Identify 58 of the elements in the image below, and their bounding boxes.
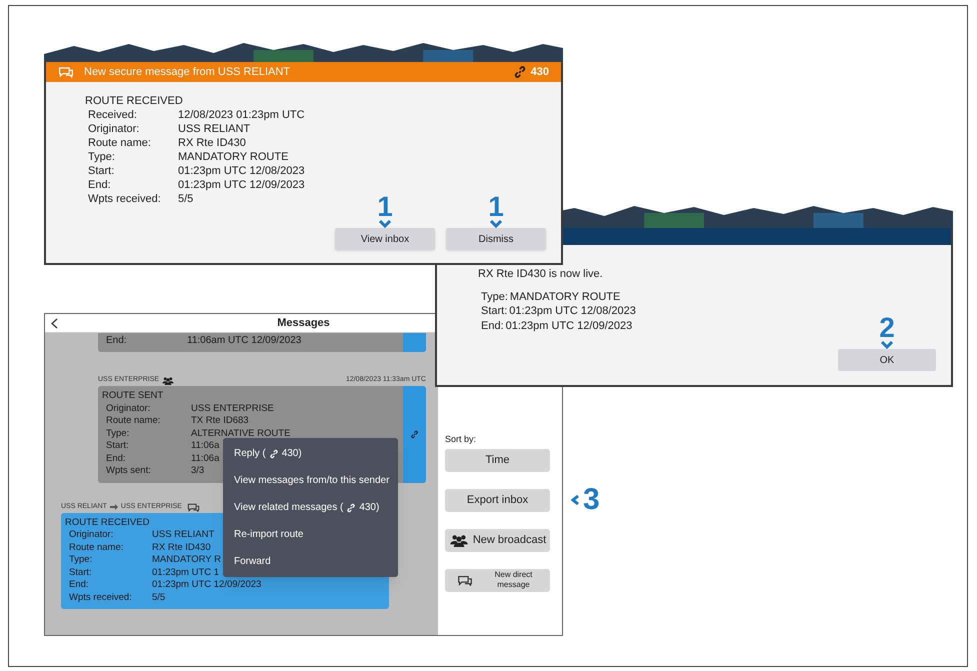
field-label: Received: xyxy=(87,108,138,122)
field-label: Route name: xyxy=(105,415,162,428)
field-value: RX Rte ID430 xyxy=(152,542,211,554)
field-label: Originator: xyxy=(87,122,140,136)
field-value: 12/08/2023 01:23pm UTC xyxy=(178,108,305,122)
field-label: End: xyxy=(105,452,127,465)
window-title: Messages xyxy=(277,316,330,331)
sort-label: Sort by: xyxy=(445,433,478,446)
field-value: 5/5 xyxy=(152,592,166,604)
field-value: 3/3 xyxy=(191,465,204,478)
field-label: End: xyxy=(87,178,112,192)
field-value: USS RELIANT xyxy=(178,122,250,136)
field-value: 11:06a xyxy=(191,452,220,465)
field-label: Type: xyxy=(481,290,509,304)
message-heading: ROUTE SENT xyxy=(102,390,164,402)
field-value: 01:23pm UTC 12/08/2023 xyxy=(178,164,305,178)
field-value: MANDATORY ROUTE xyxy=(510,290,620,304)
callout-number: 2 xyxy=(879,315,895,341)
field-value: 01:23pm UTC 12/09/2023 xyxy=(506,318,632,333)
callout-number: 3 xyxy=(583,484,600,514)
field-value: 01:23pm UTC 1 xyxy=(152,566,220,579)
field-value: 01:23pm UTC 12/09/2023 xyxy=(152,579,262,592)
field-value: MANDATORY ROUTE xyxy=(178,150,288,164)
field-label: Type: xyxy=(105,428,130,440)
field-label: Wpts received: xyxy=(68,592,133,604)
field-value: USS RELIANT xyxy=(152,529,214,542)
field-label: Start: xyxy=(87,164,116,178)
confirmation-message: RX Rte ID430 is now live. xyxy=(478,267,604,282)
field-value: ALTERNATIVE ROUTE xyxy=(191,428,290,440)
callout-number: 1 xyxy=(488,194,504,220)
field-value: 5/5 xyxy=(178,192,194,206)
message-heading: ROUTE RECEIVED xyxy=(85,94,184,108)
field-label: End: xyxy=(105,334,128,348)
field-label: Route name: xyxy=(68,542,124,554)
field-label: Originator: xyxy=(105,402,152,415)
callout-number: 1 xyxy=(377,194,393,220)
field-value: 11:06a xyxy=(191,440,220,452)
field-label: End: xyxy=(481,318,505,333)
field-label: Type: xyxy=(87,150,116,164)
link-count: 430 xyxy=(530,64,549,80)
field-label: Start: xyxy=(105,440,130,452)
notification-title: New secure message from USS RELIANT xyxy=(84,64,290,80)
field-value: 01:23pm UTC 12/08/2023 xyxy=(509,304,636,318)
field-value: TX Rte ID683 xyxy=(191,415,249,428)
field-label: Wpts sent: xyxy=(105,465,152,478)
field-label: Start: xyxy=(481,304,508,318)
field-label: Originator: xyxy=(68,529,114,542)
field-value: 11:06am UTC 12/09/2023 xyxy=(187,334,302,348)
field-label: Start: xyxy=(68,566,93,579)
field-label: Route name: xyxy=(87,136,152,150)
field-label: Type: xyxy=(68,554,94,566)
field-value: MANDATORY R xyxy=(152,554,221,566)
field-value: 01:23pm UTC 12/09/2023 xyxy=(178,178,305,192)
message-heading: ROUTE RECEIVED xyxy=(65,516,150,529)
field-label: End: xyxy=(68,579,90,592)
field-value: RX Rte ID430 xyxy=(178,136,246,150)
field-value: USS ENTERPRISE xyxy=(191,402,274,415)
field-label: Wpts received: xyxy=(87,192,162,206)
